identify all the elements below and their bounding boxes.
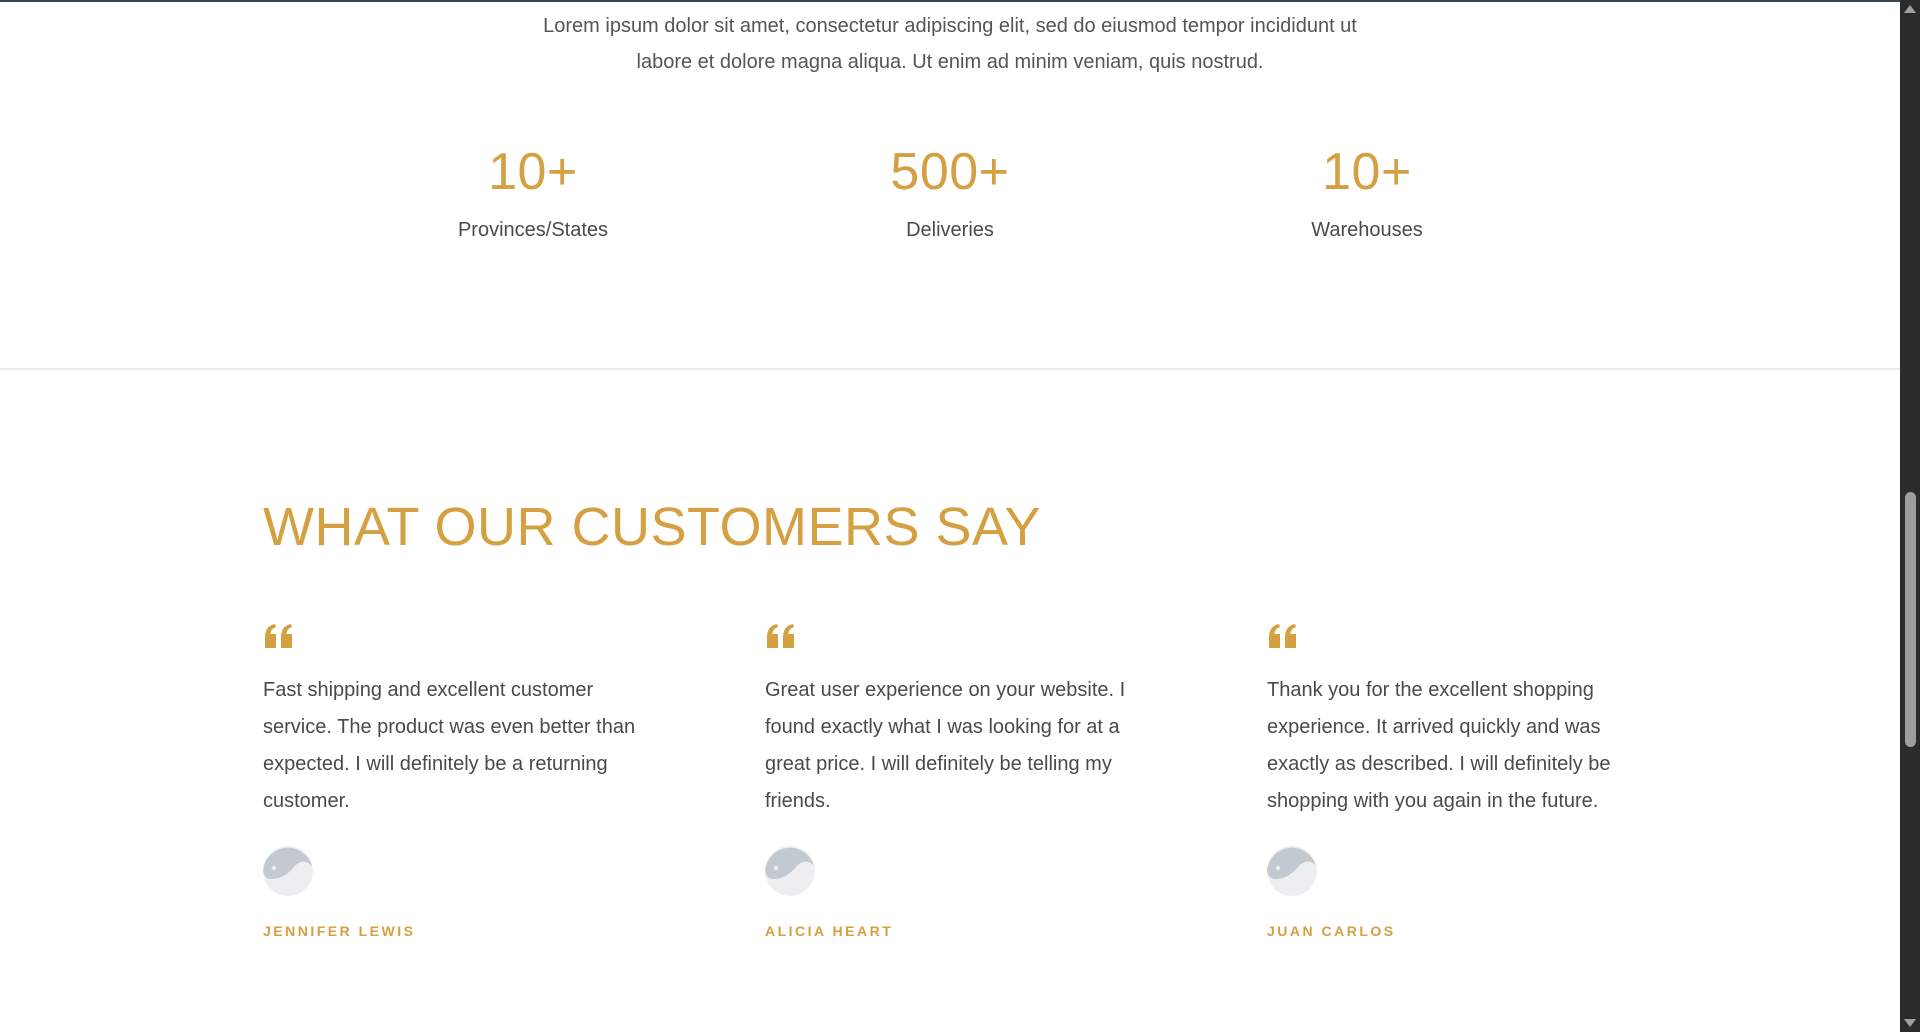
quote-icon [265,624,292,648]
testimonial-quote: Great user experience on your website. I… [765,679,1126,812]
stat-deliveries: 500+ Deliveries [770,140,1130,244]
testimonials-grid: Fast shipping and excellent customer ser… [0,620,1900,960]
stat-label: Deliveries [906,219,994,241]
intro-paragraph: Lorem ipsum dolor sit amet, consectetur … [0,8,1900,80]
quote-icon [767,624,794,648]
stat-provinces: 10+ Provinces/States [353,140,713,244]
scroll-down-button[interactable] [1900,1014,1920,1032]
top-border [0,0,1900,2]
arrow-up-icon [1904,5,1916,13]
stat-value: 10+ [488,143,578,201]
quote-icon [1269,624,1296,648]
arrow-down-icon [1904,1019,1916,1027]
stat-warehouses: 10+ Warehouses [1187,140,1547,244]
stat-label: Warehouses [1311,219,1423,241]
section-divider [0,368,1900,370]
avatar-placeholder-icon [263,846,313,896]
stat-label: Provinces/States [457,219,609,241]
testimonial-author: JENNIFER LEWIS [263,923,416,939]
testimonial-author: ALICIA HEART [765,923,894,939]
testimonial-card: Great user experience on your website. I… [765,620,1145,939]
scrollbar-thumb[interactable] [1905,492,1916,747]
testimonial-quote: Thank you for the excellent shopping exp… [1267,679,1611,812]
stat-value: 10+ [1322,143,1412,201]
intro-line-1: Lorem ipsum dolor sit amet, consectetur … [543,15,1357,37]
avatar-placeholder-icon [765,846,815,896]
testimonials-title: WHAT OUR CUSTOMERS SAY [263,497,1042,557]
testimonial-quote: Fast shipping and excellent customer ser… [263,679,636,812]
vertical-scrollbar[interactable] [1900,0,1920,1032]
stat-value: 500+ [890,143,1010,201]
testimonial-author: JUAN CARLOS [1267,923,1396,939]
avatar-placeholder-icon [1267,846,1317,896]
intro-line-2: labore et dolore magna aliqua. Ut enim a… [636,51,1264,73]
page-content: Lorem ipsum dolor sit amet, consectetur … [0,0,1900,1032]
page: Lorem ipsum dolor sit amet, consectetur … [0,0,1920,1032]
testimonial-card: Fast shipping and excellent customer ser… [263,620,643,939]
scroll-up-button[interactable] [1900,0,1920,18]
testimonial-card: Thank you for the excellent shopping exp… [1267,620,1647,939]
stats-row: 10+ Provinces/States 500+ Deliveries 10+… [0,140,1900,260]
